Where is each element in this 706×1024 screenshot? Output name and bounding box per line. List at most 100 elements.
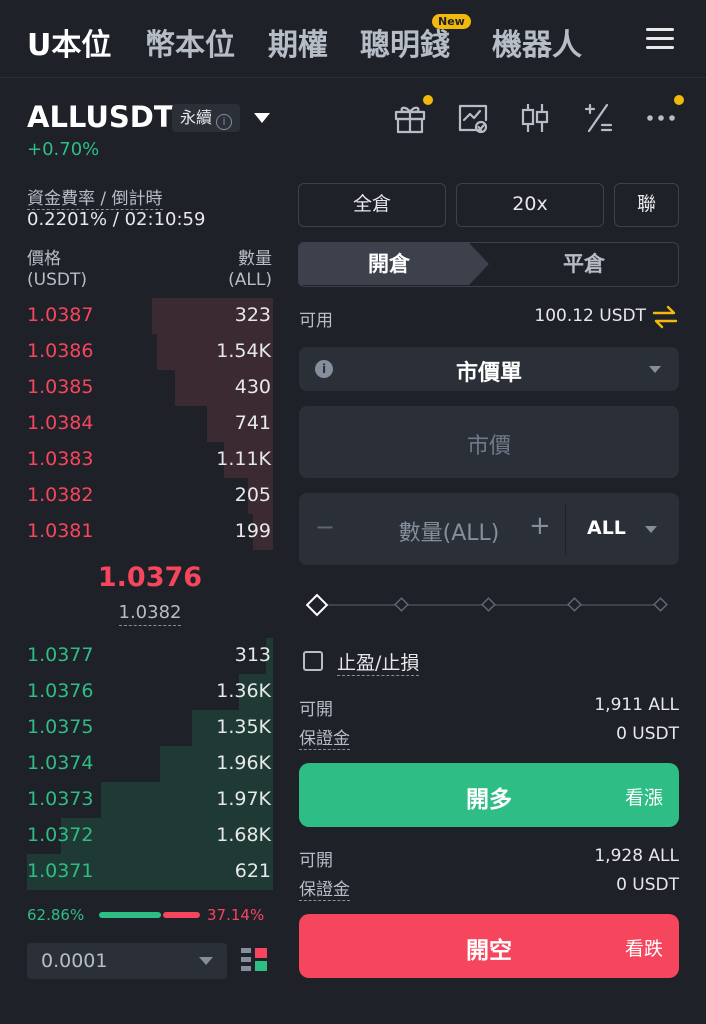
long-margin-value: 0 USDT bbox=[616, 724, 679, 744]
ask-qty: 741 bbox=[234, 412, 271, 434]
ask-price: 1.0383 bbox=[27, 448, 94, 470]
open-long-hint: 看漲 bbox=[624, 787, 663, 809]
bid-row[interactable]: 1.0371 621 bbox=[27, 854, 273, 890]
chevron-down-icon[interactable] bbox=[645, 526, 657, 533]
qty-unit: (ALL) bbox=[228, 270, 272, 290]
symbol-dropdown-icon[interactable] bbox=[254, 113, 270, 123]
ask-row[interactable]: 1.0386 1.54K bbox=[27, 334, 273, 370]
long-margin-label[interactable]: 保證金 bbox=[299, 724, 350, 750]
ask-row[interactable]: 1.0385 430 bbox=[27, 370, 273, 406]
asset-mode-button[interactable]: 聯 bbox=[614, 183, 679, 227]
contract-type-label: 永續 bbox=[180, 108, 213, 127]
ask-price: 1.0382 bbox=[27, 484, 94, 506]
new-badge: New bbox=[432, 14, 471, 29]
symbol-name[interactable]: ALLUSDT bbox=[27, 100, 174, 134]
sell-ratio: 37.14% bbox=[207, 906, 265, 924]
quantity-slider[interactable] bbox=[305, 593, 670, 617]
last-price[interactable]: 1.0376 bbox=[0, 562, 300, 593]
chevron-down-icon bbox=[649, 366, 661, 373]
open-short-button[interactable]: 開空 看跌 bbox=[299, 914, 679, 978]
ask-price: 1.0386 bbox=[27, 340, 94, 362]
quantity-input[interactable]: 數量(ALL) bbox=[339, 515, 559, 547]
ask-qty: 1.11K bbox=[216, 448, 271, 470]
orderbook-layout-icon[interactable] bbox=[240, 946, 268, 974]
bid-qty: 1.68K bbox=[216, 824, 271, 846]
ask-price: 1.0387 bbox=[27, 304, 94, 326]
margin-mode-button[interactable]: 全倉 bbox=[298, 183, 446, 227]
minus-icon[interactable]: − bbox=[315, 513, 335, 541]
short-margin-value: 0 USDT bbox=[616, 875, 679, 895]
available-value: 100.12 USDT bbox=[534, 306, 646, 326]
price-unit: (USDT) bbox=[27, 270, 87, 290]
contract-type-badge[interactable]: 永續 i bbox=[172, 104, 241, 132]
precision-value: 0.0001 bbox=[41, 950, 108, 972]
bid-price: 1.0373 bbox=[27, 788, 94, 810]
qty-header: 數量 bbox=[238, 249, 272, 269]
bid-row[interactable]: 1.0377 313 bbox=[27, 638, 273, 674]
ask-price: 1.0384 bbox=[27, 412, 94, 434]
quantity-unit-select[interactable]: ALL bbox=[587, 517, 626, 539]
bid-qty: 1.36K bbox=[216, 680, 271, 702]
price-change: +0.70% bbox=[27, 139, 100, 160]
tab-open[interactable]: 開倉 bbox=[299, 243, 489, 285]
bid-price: 1.0374 bbox=[27, 752, 94, 774]
short-margin-label[interactable]: 保證金 bbox=[299, 875, 350, 901]
calculator-icon[interactable] bbox=[580, 100, 616, 136]
ask-row[interactable]: 1.0384 741 bbox=[27, 406, 273, 442]
bid-price: 1.0371 bbox=[27, 860, 94, 882]
buy-ratio-bar bbox=[99, 912, 161, 918]
hamburger-menu-icon[interactable] bbox=[646, 26, 674, 52]
divider bbox=[565, 503, 566, 555]
tpsl-label[interactable]: 止盈/止損 bbox=[337, 648, 420, 676]
price-header: 價格 bbox=[27, 249, 61, 269]
bid-row[interactable]: 1.0372 1.68K bbox=[27, 818, 273, 854]
top-nav: U本位 幣本位 期權 聰明錢 New 機器人 bbox=[0, 0, 706, 78]
short-max-open-label: 可開 bbox=[299, 851, 333, 871]
notification-dot bbox=[423, 95, 433, 105]
price-field: 市價 bbox=[299, 406, 679, 478]
price-placeholder: 市價 bbox=[466, 434, 511, 459]
tab-coinm[interactable]: 幣本位 bbox=[145, 20, 235, 64]
open-long-label: 開多 bbox=[466, 787, 512, 813]
chevron-down-icon bbox=[199, 957, 213, 965]
bid-row[interactable]: 1.0373 1.97K bbox=[27, 782, 273, 818]
tab-close[interactable]: 平倉 bbox=[489, 243, 678, 285]
ask-price: 1.0385 bbox=[27, 376, 94, 398]
buy-ratio: 62.86% bbox=[27, 906, 85, 924]
gift-icon[interactable] bbox=[392, 100, 428, 136]
ask-qty: 323 bbox=[234, 304, 271, 326]
ask-price: 1.0381 bbox=[27, 520, 94, 542]
open-long-button[interactable]: 開多 看漲 bbox=[299, 763, 679, 827]
long-max-open-label: 可開 bbox=[299, 700, 333, 720]
bid-price: 1.0376 bbox=[27, 680, 94, 702]
bid-qty: 1.96K bbox=[216, 752, 271, 774]
tab-usdm[interactable]: U本位 bbox=[27, 20, 111, 64]
precision-select[interactable]: 0.0001 bbox=[27, 943, 227, 979]
short-max-open-value: 1,928 ALL bbox=[594, 846, 679, 866]
funding-value: 0.2201% / 02:10:59 bbox=[27, 209, 206, 230]
bid-row[interactable]: 1.0375 1.35K bbox=[27, 710, 273, 746]
funding-label[interactable]: 資金費率 / 倒計時 bbox=[27, 184, 163, 210]
ask-row[interactable]: 1.0383 1.11K bbox=[27, 442, 273, 478]
tab-bots[interactable]: 機器人 bbox=[492, 20, 582, 64]
more-icon[interactable] bbox=[643, 100, 679, 136]
chart-settings-icon[interactable] bbox=[455, 100, 491, 136]
transfer-icon[interactable] bbox=[652, 305, 678, 329]
ask-qty: 430 bbox=[234, 376, 271, 398]
ask-row[interactable]: 1.0381 199 bbox=[27, 514, 273, 550]
tpsl-checkbox[interactable] bbox=[303, 651, 323, 671]
info-icon[interactable]: i bbox=[216, 114, 233, 130]
long-max-open-value: 1,911 ALL bbox=[594, 695, 679, 715]
bid-row[interactable]: 1.0376 1.36K bbox=[27, 674, 273, 710]
candlestick-icon[interactable] bbox=[517, 100, 553, 136]
ask-row[interactable]: 1.0387 323 bbox=[27, 298, 273, 334]
mark-price[interactable]: 1.0382 bbox=[0, 602, 300, 626]
leverage-button[interactable]: 20x bbox=[456, 183, 604, 227]
tab-options[interactable]: 期權 bbox=[268, 20, 328, 64]
ask-row[interactable]: 1.0382 205 bbox=[27, 478, 273, 514]
order-type-select[interactable]: i 市價單 bbox=[299, 347, 679, 391]
plus-icon[interactable]: + bbox=[529, 511, 551, 541]
sell-ratio-bar bbox=[163, 912, 200, 918]
bid-qty: 1.35K bbox=[216, 716, 271, 738]
bid-row[interactable]: 1.0374 1.96K bbox=[27, 746, 273, 782]
